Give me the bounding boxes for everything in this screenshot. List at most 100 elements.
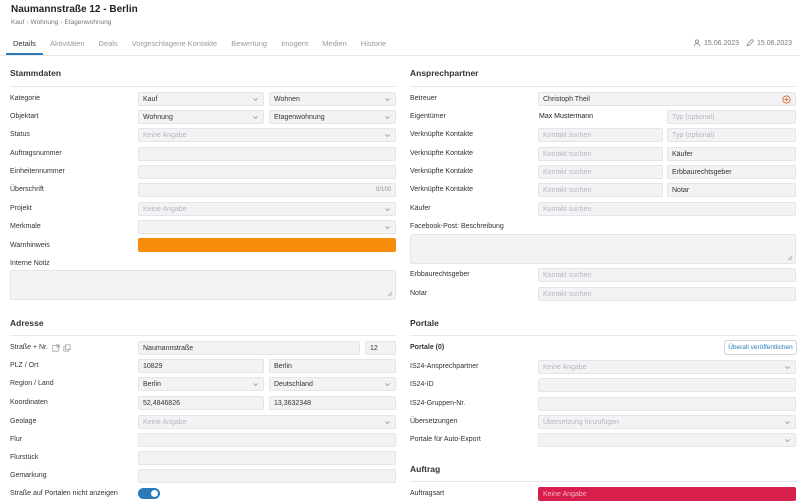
eigentuemer-type-input[interactable]: Typ (optional) (667, 110, 796, 124)
region-select[interactable]: Berlin (138, 377, 264, 391)
divider (410, 481, 797, 482)
ueberschrift-label: Überschrift (10, 186, 44, 193)
page-header: Naumannstraße 12 - Berlin Kauf › Wohnung › E… (0, 0, 800, 56)
chevron-down-icon (253, 383, 258, 387)
section-title-auftrag: Auftrag (410, 464, 441, 474)
kontakt-search-input[interactable]: Kontakt suchen (538, 147, 663, 161)
auto-export-label: Portale für Auto-Export (410, 436, 481, 443)
tab-deals[interactable]: Deals (92, 37, 125, 55)
kontakt-search-input[interactable]: Kontakt suchen (538, 165, 663, 179)
is24-ansprechpartner-label: IS24-Ansprechpartner (410, 363, 479, 370)
kaeufer-search-input[interactable]: Kontakt suchen (538, 202, 796, 216)
external-link-icon[interactable] (52, 344, 60, 352)
notar-label: Notar (410, 290, 428, 297)
geolage-label: Geolage (10, 418, 37, 425)
kontakt-type-input[interactable]: Notar (667, 183, 796, 197)
created-meta: 15.06.2023 (693, 39, 739, 47)
geolage-select[interactable]: Keine Angabe (138, 415, 396, 429)
page-title: Naumannstraße 12 - Berlin (11, 4, 138, 15)
chevron-down-icon (385, 383, 390, 387)
projekt-label: Projekt (10, 205, 32, 212)
objekttyp-select[interactable]: Etagenwohnung (269, 110, 396, 124)
plz-input[interactable]: 10829 (138, 359, 264, 373)
divider (10, 86, 396, 87)
auftragsnummer-input[interactable] (138, 147, 396, 161)
eigentuemer-value[interactable]: Max Mustermann (539, 113, 593, 120)
objektart-select[interactable]: Wohnung (138, 110, 264, 124)
tab-imogent[interactable]: Imogent (274, 37, 315, 55)
strasse-portale-toggle[interactable] (138, 488, 160, 499)
is24-ansprechpartner-select[interactable]: Keine Angabe (538, 360, 796, 374)
verknuepfte-kontakte-label: Verknüpfte Kontakte (410, 131, 474, 138)
tab-aktivitaeten[interactable]: Aktivitäten (43, 37, 92, 55)
merkmale-label: Merkmale (10, 223, 41, 230)
warnhinweis-color-field[interactable] (138, 238, 396, 252)
interne-notiz-textarea[interactable] (10, 270, 396, 300)
breadcrumb: Kauf › Wohnung › Etagenwohnung (11, 19, 111, 26)
tab-medien[interactable]: Medien (315, 37, 354, 55)
land-select[interactable]: Deutschland (269, 377, 396, 391)
kontakt-type-input[interactable]: Käufer (667, 147, 796, 161)
nutzungsart-select[interactable]: Wohnen (269, 92, 396, 106)
is24-id-label: IS24-ID (410, 381, 434, 388)
uebersetzungen-select[interactable]: Übersetzung hinzufügen (538, 415, 796, 429)
auto-export-select[interactable] (538, 433, 796, 447)
kontakt-type-input[interactable]: Typ (optional) (667, 128, 796, 142)
betreuer-select[interactable]: Christoph Theil (538, 92, 796, 106)
chevron-down-icon (785, 439, 790, 443)
add-circle-icon[interactable] (782, 95, 791, 104)
is24-id-input[interactable] (538, 378, 796, 392)
verknuepfte-kontakte-label: Verknüpfte Kontakte (410, 186, 474, 193)
auftragsart-label: Auftragsart (410, 490, 445, 497)
notar-search-input[interactable]: Kontakt suchen (538, 287, 796, 301)
chevron-down-icon (385, 116, 390, 120)
divider (10, 335, 396, 336)
latitude-input[interactable]: 52,4846826 (138, 396, 264, 410)
edited-meta: 15.06.2023 (746, 39, 792, 47)
einheitennummer-input[interactable] (138, 165, 396, 179)
char-counter: 0/100 (375, 187, 391, 193)
facebook-textarea[interactable] (410, 234, 796, 264)
tab-details[interactable]: Details (6, 37, 43, 55)
breadcrumb-item[interactable]: Etagenwohnung (64, 19, 111, 26)
interne-notiz-label: Interne Notiz (10, 260, 50, 267)
tab-bewertung[interactable]: Bewertung (224, 37, 274, 55)
verknuepfte-kontakte-label: Verknüpfte Kontakte (410, 150, 474, 157)
chevron-down-icon (385, 134, 390, 138)
chevron-down-icon (785, 366, 790, 370)
section-title-ansprechpartner: Ansprechpartner (410, 68, 479, 78)
merkmale-select[interactable] (138, 220, 396, 234)
gemarkung-input[interactable] (138, 469, 396, 483)
street-input[interactable]: Naumannstraße (138, 341, 360, 355)
erbbaurechtsgeber-label: Erbbaurechtsgeber (410, 271, 470, 278)
pencil-icon (746, 39, 754, 47)
kategorie-select[interactable]: Kauf (138, 92, 264, 106)
tab-vorgeschlagene-kontakte[interactable]: Vorgeschlagene Kontakte (125, 37, 224, 55)
publish-everywhere-button[interactable]: Überall veröffentlichen (724, 340, 797, 355)
flur-input[interactable] (138, 433, 396, 447)
ort-input[interactable]: Berlin (269, 359, 396, 373)
projekt-select[interactable]: Keine Angabe (138, 202, 396, 216)
tab-historie[interactable]: Historie (354, 37, 393, 55)
kaeufer-label: Käufer (410, 205, 431, 212)
uebersetzungen-label: Übersetzungen (410, 418, 458, 425)
kontakt-search-input[interactable]: Kontakt suchen (538, 183, 663, 197)
is24-gruppen-label: IS24-Gruppen-Nr. (410, 400, 466, 407)
portale-count: Portale (0) (410, 344, 445, 351)
erbbaurechtsgeber-search-input[interactable]: Kontakt suchen (538, 268, 796, 282)
breadcrumb-item[interactable]: Wohnung (31, 19, 59, 26)
is24-gruppen-input[interactable] (538, 397, 796, 411)
plz-ort-label: PLZ / Ort (10, 362, 39, 369)
breadcrumb-item[interactable]: Kauf (11, 19, 24, 26)
kontakt-search-input[interactable]: Kontakt suchen (538, 128, 663, 142)
auftragsnummer-label: Auftragsnummer (10, 150, 62, 157)
ueberschrift-input[interactable]: 0/100 (138, 183, 396, 197)
betreuer-label: Betreuer (410, 95, 437, 102)
flurstueck-input[interactable] (138, 451, 396, 465)
house-number-input[interactable]: 12 (365, 341, 396, 355)
kategorie-label: Kategorie (10, 95, 40, 102)
copy-icon[interactable] (63, 344, 71, 352)
kontakt-type-input[interactable]: Erbbaurechtsgeber (667, 165, 796, 179)
longitude-input[interactable]: 13,3632348 (269, 396, 396, 410)
status-select[interactable]: Keine Angabe (138, 128, 396, 142)
